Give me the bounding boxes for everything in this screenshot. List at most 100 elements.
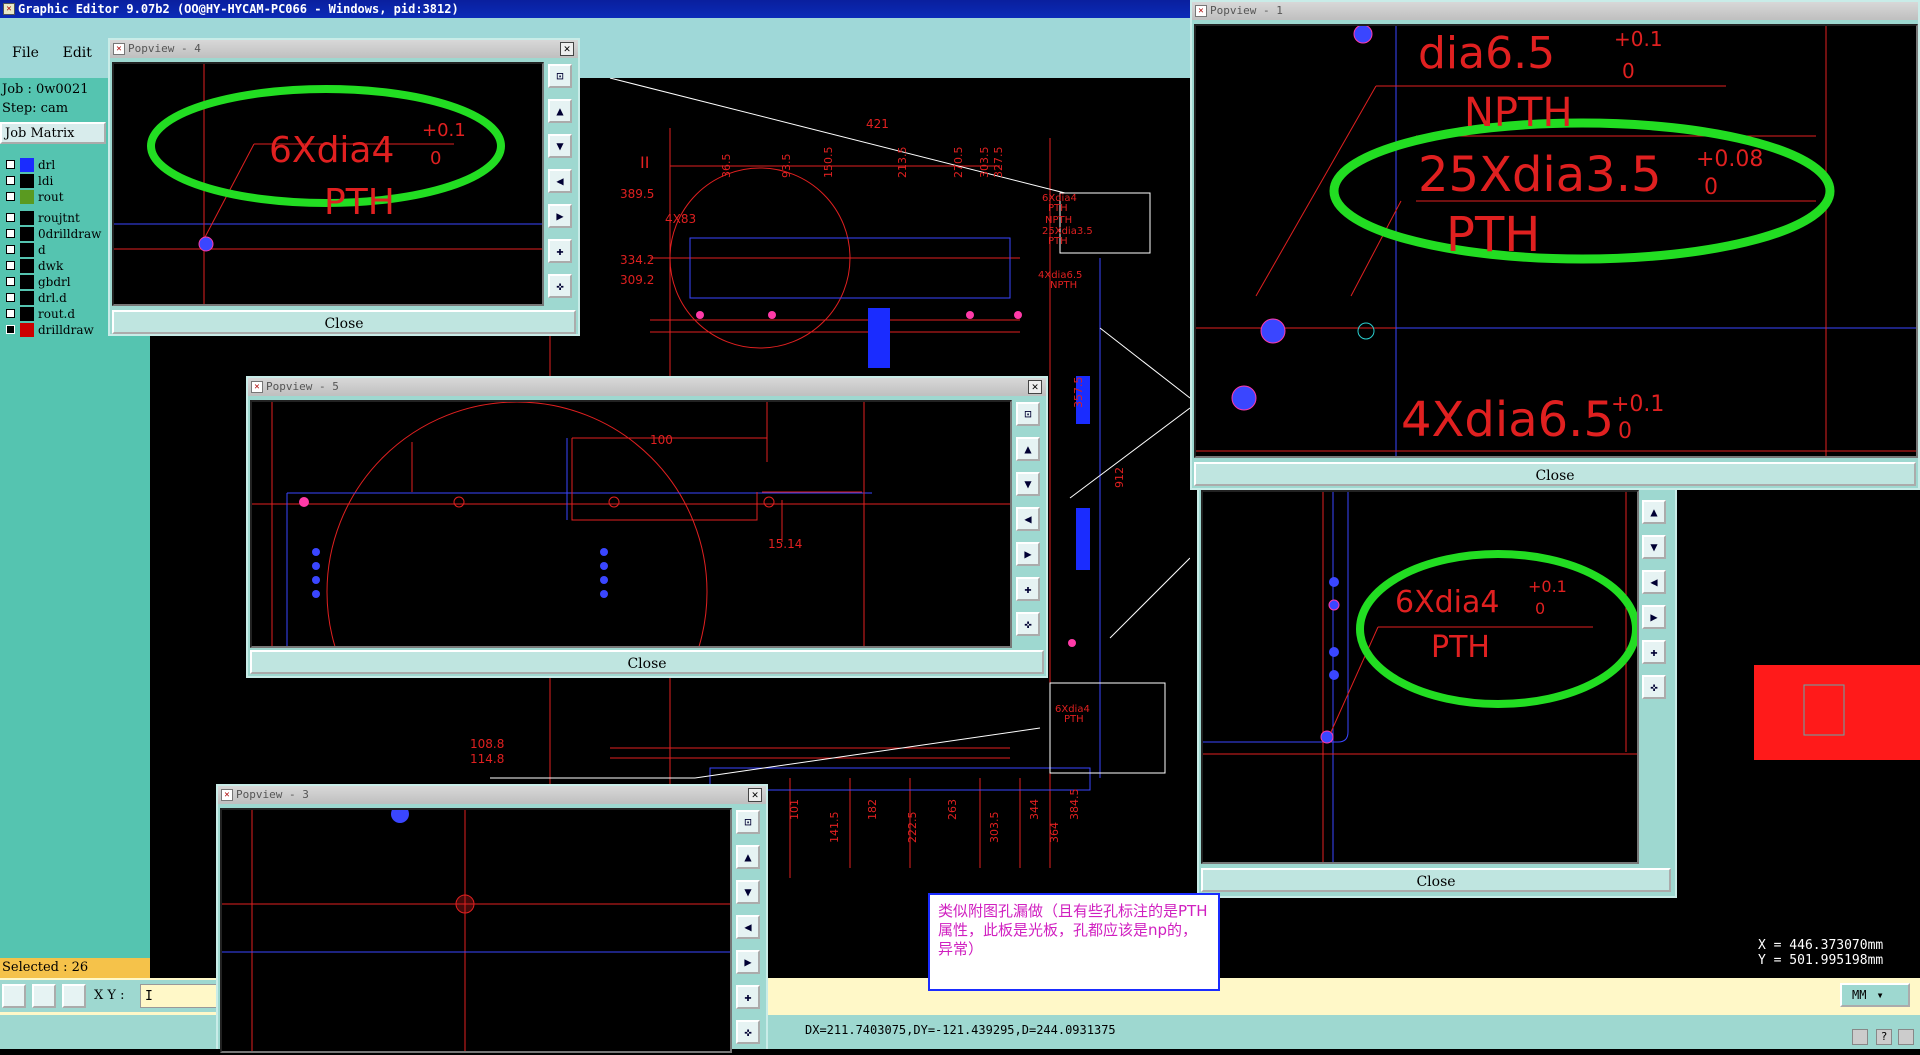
popview-5-canvas[interactable]: 100 15.14 xyxy=(250,400,1012,648)
popview-5[interactable]: ✕ Popview - 5 ✕ 100 15.14 ⊡ ▲ ▼ ◀ ▶ ✚ ✜ … xyxy=(246,376,1048,678)
tool-left-icon[interactable]: ◀ xyxy=(736,915,760,939)
selected-label: Selected : 26 xyxy=(2,960,89,975)
layer-row-d[interactable]: d xyxy=(2,242,110,258)
tool-zoom-in-icon[interactable]: ✚ xyxy=(1642,640,1666,664)
tool-zoom-out-icon[interactable]: ✜ xyxy=(736,1020,760,1044)
popview-5-title-bar[interactable]: ✕ Popview - 5 ✕ xyxy=(248,378,1046,396)
dim-bottom-0: 101 xyxy=(788,799,801,820)
tool-fit-icon[interactable]: ⊡ xyxy=(1016,402,1040,426)
layer-row-rout[interactable]: rout xyxy=(2,189,110,205)
layer-row-drl[interactable]: drl xyxy=(2,157,110,173)
help-icon[interactable]: ? xyxy=(1876,1029,1892,1045)
layer-checkbox[interactable] xyxy=(6,213,15,222)
popview-1-drawing: dia6.5 +0.1 0 NPTH 25Xdia3.5 +0.08 0 PTH… xyxy=(1196,26,1916,456)
tool-up-icon[interactable]: ▲ xyxy=(1016,437,1040,461)
tool-up-icon[interactable]: ▲ xyxy=(1642,500,1666,524)
popview-5-close-button[interactable]: Close xyxy=(250,650,1044,674)
popview-2-canvas[interactable]: 6Xdia4 +0.1 0 PTH xyxy=(1201,490,1639,864)
status-icon-a[interactable] xyxy=(1852,1029,1868,1045)
close-icon[interactable]: ✕ xyxy=(1028,380,1042,394)
tool-fit-icon[interactable]: ⊡ xyxy=(736,810,760,834)
menu-edit[interactable]: Edit xyxy=(63,45,92,61)
label-ii: II xyxy=(640,153,649,172)
layer-color-swatch xyxy=(20,158,34,172)
layer-color-swatch xyxy=(20,211,34,225)
close-icon[interactable]: ✕ xyxy=(748,788,762,802)
layer-checkbox[interactable] xyxy=(6,160,15,169)
tool-left-icon[interactable]: ◀ xyxy=(1016,507,1040,531)
tool-down-icon[interactable]: ▼ xyxy=(548,134,572,158)
popview-4[interactable]: ✕ Popview - 4 ✕ 6Xdia4 +0.1 0 PTH ⊡ ▲ ▼ ◀ … xyxy=(108,38,580,336)
popview-1-canvas[interactable]: dia6.5 +0.1 0 NPTH 25Xdia3.5 +0.08 0 PTH… xyxy=(1194,24,1918,458)
tool-left-icon[interactable]: ◀ xyxy=(548,169,572,193)
dim-bottom-3: 222.5 xyxy=(906,812,919,844)
tool-zoom-in-icon[interactable]: ✚ xyxy=(548,239,572,263)
layer-row-rout-d[interactable]: rout.d xyxy=(2,306,110,322)
status-icon-b[interactable] xyxy=(1898,1029,1914,1045)
layer-color-swatch xyxy=(20,275,34,289)
tool-right-icon[interactable]: ▶ xyxy=(736,950,760,974)
overview-map[interactable] xyxy=(1754,665,1920,760)
pv5-dim-100: 100 xyxy=(650,433,673,447)
tool-zoom-in-icon[interactable]: ✚ xyxy=(1016,577,1040,601)
popview-2[interactable]: 6Xdia4 +0.1 0 PTH ▲ ▼ ◀ ▶ ✚ ✜ Close xyxy=(1197,490,1677,898)
menu-file[interactable]: File xyxy=(12,45,39,61)
tool-zoom-out-icon[interactable]: ✜ xyxy=(1642,675,1666,699)
popview-1-close-button[interactable]: Close xyxy=(1194,462,1916,486)
dim-lower-0: 108.8 xyxy=(470,737,504,751)
tool-down-icon[interactable]: ▼ xyxy=(736,880,760,904)
layer-checkbox[interactable] xyxy=(6,245,15,254)
popview-4-close-button[interactable]: Close xyxy=(112,310,576,334)
popview-3-title-bar[interactable]: ✕ Popview - 3 ✕ xyxy=(218,786,766,804)
popview-3-canvas[interactable] xyxy=(220,808,732,1053)
dim-bottom-4: 263 xyxy=(946,799,959,820)
small-4b: NPTH xyxy=(1050,280,1077,291)
tool-zoom-out-icon[interactable]: ✜ xyxy=(548,274,572,298)
tool-measure-button[interactable] xyxy=(32,984,56,1008)
layer-row-gbdrl[interactable]: gbdrl xyxy=(2,274,110,290)
tool-right-icon[interactable]: ▶ xyxy=(1016,542,1040,566)
popview-4-title-bar[interactable]: ✕ Popview - 4 ✕ xyxy=(110,40,578,58)
layer-checkbox[interactable] xyxy=(6,176,15,185)
tool-right-icon[interactable]: ▶ xyxy=(1642,605,1666,629)
layer-checkbox[interactable] xyxy=(6,325,15,334)
tool-up-icon[interactable]: ▲ xyxy=(736,845,760,869)
tool-select-button[interactable] xyxy=(2,984,26,1008)
layer-row-drl-d[interactable]: drl.d xyxy=(2,290,110,306)
layer-checkbox[interactable] xyxy=(6,229,15,238)
tool-right-icon[interactable]: ▶ xyxy=(548,204,572,228)
popview-2-close-button[interactable]: Close xyxy=(1201,868,1671,892)
layer-checkbox[interactable] xyxy=(6,277,15,286)
popview-4-canvas[interactable]: 6Xdia4 +0.1 0 PTH xyxy=(112,62,544,306)
popview-1[interactable]: ✕ Popview - 1 dia6.5 +0.1 0 NPTH 25Xdia3.… xyxy=(1190,0,1920,490)
close-icon[interactable]: ✕ xyxy=(560,42,574,56)
units-select[interactable]: MM ▾ xyxy=(1840,983,1910,1007)
tool-up-icon[interactable]: ▲ xyxy=(548,99,572,123)
layer-row-dwk[interactable]: dwk xyxy=(2,258,110,274)
layer-color-swatch xyxy=(20,190,34,204)
window-icon: ✕ xyxy=(1195,5,1207,17)
xy-input[interactable]: I xyxy=(140,984,220,1008)
layer-row-drilldraw[interactable]: drilldraw xyxy=(2,322,110,338)
tool-zoom-in-icon[interactable]: ✚ xyxy=(736,985,760,1009)
layer-checkbox[interactable] xyxy=(6,309,15,318)
coord-x: X = 446.373070mm xyxy=(1758,938,1884,953)
layer-row-0drilldraw[interactable]: 0drilldraw xyxy=(2,226,110,242)
dim-far-right: 912 xyxy=(1113,467,1126,488)
popview-1-title: Popview - 1 xyxy=(1210,4,1283,17)
tool-zoom-out-icon[interactable]: ✜ xyxy=(1016,612,1040,636)
tool-left-icon[interactable]: ◀ xyxy=(1642,570,1666,594)
layer-checkbox[interactable] xyxy=(6,261,15,270)
layer-checkbox[interactable] xyxy=(6,192,15,201)
popview-3[interactable]: ✕ Popview - 3 ✕ ⊡ ▲ ▼ ◀ ▶ ✚ ✜ xyxy=(216,784,768,1053)
layer-row-ldi[interactable]: ldi xyxy=(2,173,110,189)
tool-down-icon[interactable]: ▼ xyxy=(1016,472,1040,496)
tool-fit-icon[interactable]: ⊡ xyxy=(548,64,572,88)
layer-checkbox[interactable] xyxy=(6,293,15,302)
popview-1-title-bar[interactable]: ✕ Popview - 1 xyxy=(1192,2,1918,20)
pv1-dim-top: dia6.5 xyxy=(1418,28,1555,79)
job-matrix-button[interactable]: Job Matrix xyxy=(0,122,106,144)
tool-grid-button[interactable] xyxy=(62,984,86,1008)
layer-row-roujtnt[interactable]: roujtnt xyxy=(2,210,110,226)
tool-down-icon[interactable]: ▼ xyxy=(1642,535,1666,559)
